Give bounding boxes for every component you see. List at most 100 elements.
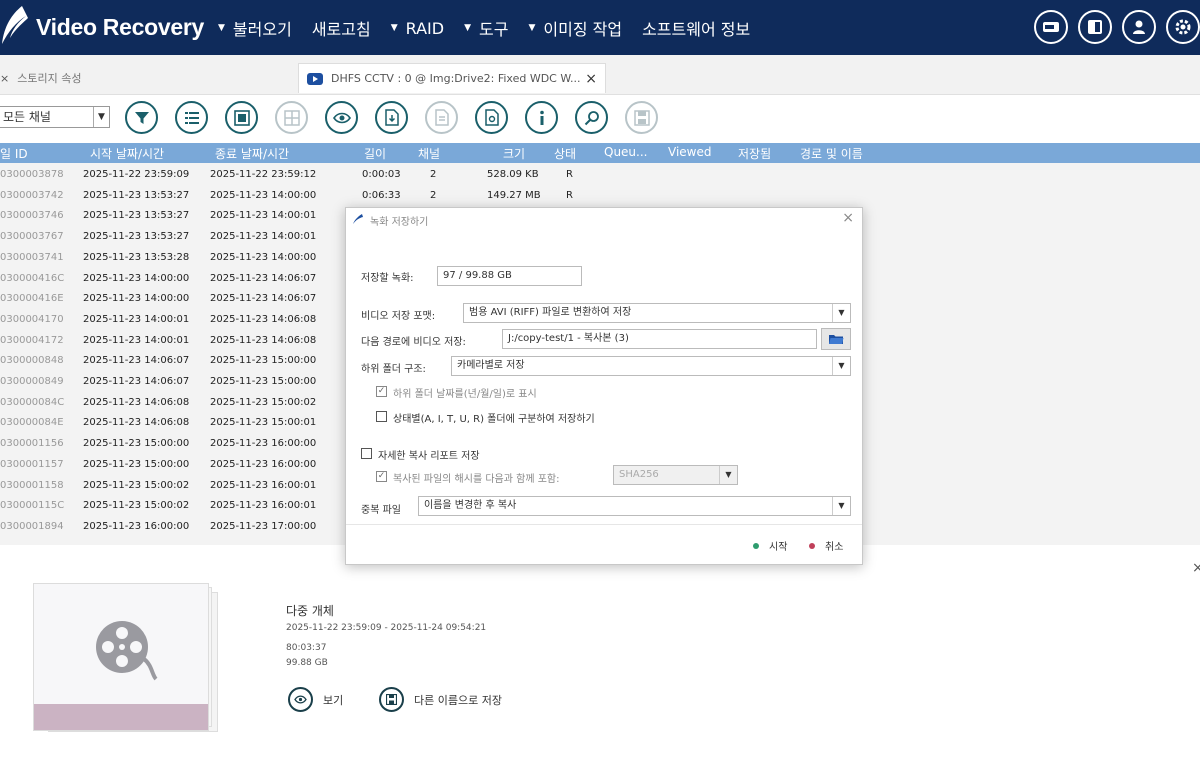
channel-select[interactable]: 모든 채널 ▼: [0, 106, 110, 128]
user-glyph-icon: [1133, 20, 1145, 34]
table-cell-start: 2025-11-22 23:59:09: [83, 169, 190, 180]
hash-algorithm-select[interactable]: SHA256 ▼: [613, 465, 738, 485]
panel-icon[interactable]: [1078, 10, 1112, 44]
details-close-button[interactable]: ×: [1192, 560, 1200, 576]
details-view-button[interactable]: 보기: [288, 687, 343, 712]
info-button[interactable]: [525, 101, 558, 134]
table-cell-end: 2025-11-22 23:59:12: [210, 169, 317, 180]
cancel-label: 취소: [825, 542, 844, 553]
table-cell-end: 2025-11-23 16:00:01: [210, 479, 317, 491]
table-row[interactable]: 030000084E 2025-11-23 14:06:08 2025-11-23 …: [0, 413, 345, 434]
filter-button[interactable]: [125, 101, 158, 134]
menu-refresh[interactable]: 새로고침: [312, 16, 371, 40]
column-header[interactable]: 저장됨: [738, 145, 771, 162]
menu-raid[interactable]: ▼ RAID: [391, 16, 444, 40]
dialog-close-button[interactable]: ×: [842, 210, 854, 226]
app-logo-icon: [2, 6, 28, 44]
browse-folder-button[interactable]: [821, 328, 851, 350]
table-row[interactable]: 0300004172 2025-11-23 14:00:01 2025-11-23 …: [0, 331, 345, 352]
document-button[interactable]: [425, 101, 458, 134]
list-view-button[interactable]: [175, 101, 208, 134]
document-icon: [434, 109, 449, 126]
report-button[interactable]: [475, 101, 508, 134]
tab-dhfs-cctv[interactable]: DHFS CCTV : 0 @ Img:Drive2: Fixed WDC W.…: [298, 63, 606, 93]
user-icon[interactable]: [1122, 10, 1156, 44]
table-cell-size: 528.09 KB: [487, 169, 539, 180]
info-icon: [539, 110, 544, 125]
tab-close-button[interactable]: ×: [0, 72, 9, 85]
column-header[interactable]: 채널: [418, 145, 440, 162]
menu-tools[interactable]: ▼ 도구: [464, 16, 508, 40]
search-button[interactable]: [575, 101, 608, 134]
table-cell-end: 2025-11-23 17:00:00: [210, 520, 317, 532]
tab-storage-properties[interactable]: × 스토리지 속성: [0, 63, 292, 93]
video-format-value: 범용 AVI (RIFF) 파일로 변환하여 저장: [469, 307, 632, 318]
column-header[interactable]: Viewed: [668, 145, 711, 159]
table-row[interactable]: 0300001894 2025-11-23 16:00:00 2025-11-23 …: [0, 517, 345, 538]
table-row[interactable]: 0300001158 2025-11-23 15:00:02 2025-11-23 …: [0, 476, 345, 497]
table-cell-start: 2025-11-23 13:53:27: [83, 231, 190, 243]
menu-imaging[interactable]: ▼ 이미징 작업: [528, 16, 622, 40]
subfolder-structure-select[interactable]: 카메라별로 저장 ▼: [451, 356, 851, 376]
save-button[interactable]: [625, 101, 658, 134]
chevron-down-icon: ▼: [832, 497, 850, 515]
table-row[interactable]: 0300003746 2025-11-23 13:53:27 2025-11-23 …: [0, 206, 345, 227]
table-cell-len: 0:06:33: [362, 189, 401, 201]
table-row[interactable]: 0300003767 2025-11-23 13:53:27 2025-11-23 …: [0, 227, 345, 248]
grid-view-button[interactable]: [275, 101, 308, 134]
table-row[interactable]: 030000115C 2025-11-23 15:00:02 2025-11-23 …: [0, 496, 345, 517]
table-row[interactable]: 0300003742 2025-11-23 13:53:27 2025-11-23 …: [0, 186, 1200, 207]
column-header[interactable]: 종료 날짜/시간: [215, 145, 289, 162]
column-header[interactable]: Queu...: [604, 145, 647, 159]
duplicate-files-label: 중복 파일: [361, 505, 401, 516]
column-header[interactable]: 크기: [503, 145, 525, 162]
table-cell-end: 2025-11-23 14:06:07: [210, 272, 317, 284]
column-header[interactable]: 길이: [364, 145, 386, 162]
table-row[interactable]: 0300003741 2025-11-23 13:53:28 2025-11-23 …: [0, 248, 345, 269]
status-folder-checkbox[interactable]: [376, 411, 387, 422]
toolbar: 모든 채널 ▼: [0, 95, 1200, 143]
gear-icon[interactable]: [1166, 10, 1200, 44]
table-row[interactable]: 0300004170 2025-11-23 14:00:01 2025-11-23 …: [0, 310, 345, 331]
drive-icon[interactable]: [1034, 10, 1068, 44]
column-header[interactable]: 시작 날짜/시간: [90, 145, 164, 162]
dropdown-triangle-icon: ▼: [218, 23, 225, 33]
start-button[interactable]: 시작: [753, 538, 787, 553]
table-cell-id: 030000416C: [0, 272, 65, 284]
table-row[interactable]: 030000084C 2025-11-23 14:06:08 2025-11-23 …: [0, 393, 345, 414]
table-row[interactable]: 0300001157 2025-11-23 15:00:00 2025-11-23 …: [0, 455, 345, 476]
include-hash-checkbox[interactable]: ✓: [376, 471, 387, 482]
tab-close-button[interactable]: ×: [585, 71, 597, 87]
details-save-as-button[interactable]: 다른 이름으로 저장: [379, 687, 502, 712]
table-row[interactable]: 030000416C 2025-11-23 14:00:00 2025-11-23 …: [0, 269, 345, 290]
date-folder-checkbox[interactable]: ✓: [376, 386, 387, 397]
table-row[interactable]: 0300001156 2025-11-23 15:00:00 2025-11-23 …: [0, 434, 345, 455]
cancel-button[interactable]: 취소: [809, 538, 843, 553]
view-button[interactable]: [325, 101, 358, 134]
menu-load[interactable]: ▼ 불러오기: [218, 16, 292, 40]
details-panel: 다중 개체 2025-11-22 23:59:09 - 2025-11-24 0…: [0, 545, 1200, 768]
column-header[interactable]: 경로 및 이름: [800, 145, 863, 162]
table-row[interactable]: 0300000848 2025-11-23 14:06:07 2025-11-23 …: [0, 351, 345, 372]
duplicate-files-select[interactable]: 이름을 변경한 후 복사 ▼: [418, 496, 851, 516]
include-hash-label: 복사된 파일의 해시를 다음과 함께 포함:: [393, 474, 560, 485]
dropdown-triangle-icon: ▼: [528, 23, 536, 33]
menu-about[interactable]: 소프트웨어 정보: [642, 16, 750, 40]
table-row[interactable]: 0300003878 2025-11-22 23:59:09 2025-11-22 …: [0, 165, 1200, 186]
table-row[interactable]: 0300000849 2025-11-23 14:06:07 2025-11-23 …: [0, 372, 345, 393]
recordings-to-save-label: 저장할 녹화:: [361, 273, 414, 284]
menu-label: 이미징 작업: [543, 20, 623, 39]
export-file-button[interactable]: [375, 101, 408, 134]
column-header[interactable]: 일 ID: [0, 145, 28, 162]
save-path-input[interactable]: J:/copy-test/1 - 복사본 (3): [502, 329, 817, 349]
status-folder-label: 상태별(A, I, T, U, R) 폴더에 구분하여 저장하기: [393, 414, 595, 425]
video-format-select[interactable]: 범용 AVI (RIFF) 파일로 변환하여 저장 ▼: [463, 303, 851, 323]
column-header[interactable]: 상태: [554, 145, 576, 162]
menu-label: 도구: [479, 20, 509, 39]
copy-report-checkbox[interactable]: [361, 448, 372, 459]
video-tab-icon: [307, 72, 323, 85]
details-title: 다중 개체: [286, 604, 334, 618]
table-row[interactable]: 030000416E 2025-11-23 14:00:00 2025-11-23 …: [0, 289, 345, 310]
table-cell-end: 2025-11-23 15:00:00: [210, 355, 317, 367]
thumbnail-view-button[interactable]: [225, 101, 258, 134]
